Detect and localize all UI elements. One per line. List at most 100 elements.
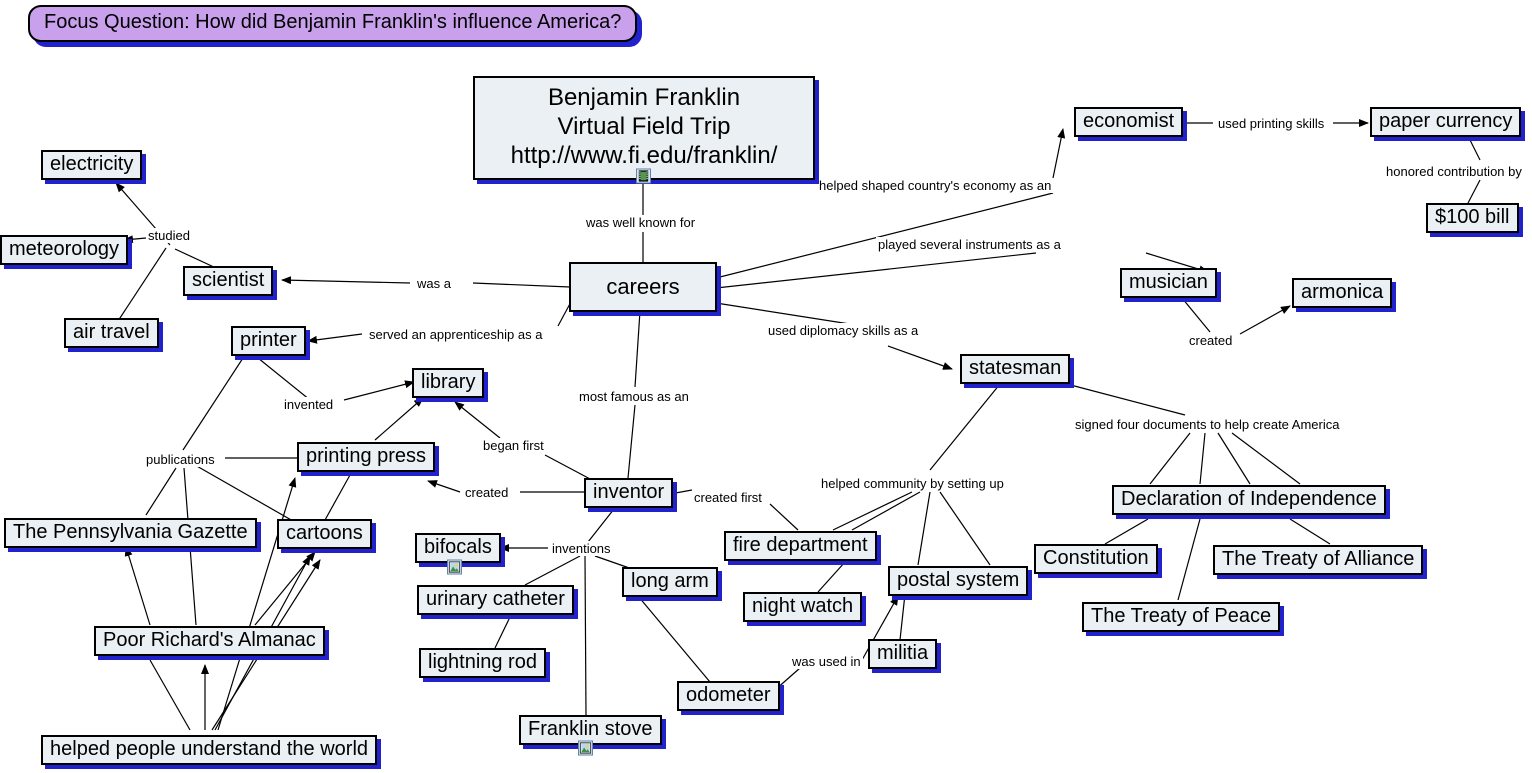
node-label: musician	[1129, 271, 1208, 293]
node-treaty-of-alliance[interactable]: The Treaty of Alliance	[1213, 545, 1424, 575]
node-label: The Pennsylvania Gazette	[13, 521, 248, 543]
edge-careers-famous	[634, 310, 641, 388]
edge-label-publications: publications	[144, 452, 217, 467]
node-declaration-of-independence[interactable]: Declaration of Independence	[1112, 485, 1386, 515]
node-lightning-rod[interactable]: lightning rod	[419, 648, 546, 678]
node-label: cartoons	[286, 522, 363, 544]
edge-created-printingpress	[427, 480, 461, 493]
edge-inventor-began	[544, 454, 593, 481]
node-armonica[interactable]: armonica	[1292, 278, 1393, 308]
node-label: The Treaty of Peace	[1091, 605, 1272, 627]
edge-careers-instruments	[715, 252, 1037, 289]
node-scientist[interactable]: scientist	[183, 266, 274, 296]
node-air-travel[interactable]: air travel	[64, 318, 159, 348]
node-paper-currency[interactable]: paper currency	[1370, 107, 1522, 137]
edge-catheter-lightningrod	[494, 616, 511, 649]
edge-label-most-famous-as-an: most famous as an	[577, 389, 691, 404]
edge-label-was-a: was a	[415, 276, 453, 291]
edge-inventions-catheter	[524, 555, 581, 586]
node-fire-department[interactable]: fire department	[724, 531, 877, 561]
edge-longarm-odometer	[637, 595, 711, 683]
edge-firedept-nightwatch	[817, 561, 846, 593]
focus-question: Focus Question: How did Benjamin Frankli…	[28, 5, 638, 42]
node-poor-richards-almanac[interactable]: Poor Richard's Almanac	[94, 626, 325, 656]
node-label: helped people understand the world	[50, 738, 369, 760]
edge-inventions-stove	[584, 555, 587, 716]
edge-publications-cartoons	[194, 464, 301, 526]
node-label: library	[421, 371, 476, 393]
node-urinary-catheter[interactable]: urinary catheter	[417, 585, 574, 615]
edge-almanac-cartoons	[254, 551, 316, 626]
edge-musician-created	[1181, 297, 1211, 333]
node-label: inventor	[593, 481, 665, 503]
node-economist[interactable]: economist	[1074, 107, 1184, 137]
edge-papercurrency-honored	[1469, 139, 1481, 161]
node-label: paper currency	[1379, 110, 1513, 132]
edge-label-created-first: created first	[692, 490, 764, 505]
node-meteorology[interactable]: meteorology	[0, 235, 129, 265]
node-pennsylvania-gazette[interactable]: The Pennsylvania Gazette	[4, 518, 257, 548]
edge-inventor-inventions	[587, 508, 615, 543]
edge-printer-invented	[257, 357, 311, 401]
edge-economy-economist	[1052, 128, 1066, 179]
node-inventor[interactable]: inventor	[584, 478, 674, 508]
edge-printer-publications	[182, 357, 244, 451]
node-militia[interactable]: militia	[868, 639, 938, 669]
node-musician[interactable]: musician	[1120, 268, 1217, 298]
node-cartoons[interactable]: cartoons	[277, 519, 372, 549]
node-label: air travel	[73, 321, 150, 343]
node-statesman[interactable]: statesman	[960, 354, 1071, 384]
picture-icon[interactable]	[447, 559, 462, 575]
node-printing-press[interactable]: printing press	[297, 442, 436, 472]
edge-statesman-signed	[1062, 382, 1186, 416]
edge-label-helped-shaped-economy: helped shaped country's economy as an	[817, 178, 1054, 193]
node-careers[interactable]: careers	[569, 262, 717, 312]
node-label: postal system	[897, 569, 1020, 591]
edge-community-postal	[917, 491, 931, 566]
edge-label-inventions: inventions	[550, 541, 613, 556]
node-label: Constitution	[1043, 547, 1149, 569]
edge-community-nightwatch	[851, 491, 921, 531]
edge-diplomacy-statesman	[887, 345, 953, 370]
edge-almanac-gazette	[124, 546, 151, 626]
edge-label-honored-contribution-by: honored contribution by	[1384, 164, 1524, 179]
node-night-watch[interactable]: night watch	[743, 592, 863, 622]
edge-understand-printingpress	[217, 477, 297, 731]
edge-invented-library	[343, 380, 415, 401]
node-label: careers	[606, 273, 680, 299]
node-label: bifocals	[424, 536, 492, 558]
node-electricity[interactable]: electricity	[41, 150, 143, 180]
node-helped-people-understand-the-world[interactable]: helped people understand the world	[41, 735, 378, 765]
node-label: night watch	[752, 595, 854, 617]
node-label: lightning rod	[428, 651, 537, 673]
edge-label-played-several-instruments: played several instruments as a	[876, 237, 1063, 252]
node-label: odometer	[686, 684, 771, 706]
node-printer[interactable]: printer	[231, 326, 306, 356]
node-root[interactable]: Benjamin Franklin Virtual Field Trip htt…	[473, 76, 815, 181]
node-label: The Treaty of Alliance	[1222, 548, 1415, 570]
node-long-arm[interactable]: long arm	[622, 567, 718, 597]
edge-created-armonica	[1239, 305, 1291, 335]
edge-declaration-treatyalliance	[1289, 518, 1331, 545]
edge-printingpress-library	[374, 397, 424, 441]
node-postal-system[interactable]: postal system	[888, 566, 1029, 596]
picture-icon[interactable]	[578, 740, 593, 756]
node-label: $100 bill	[1435, 206, 1510, 228]
node-label: armonica	[1301, 281, 1384, 303]
node-library[interactable]: library	[412, 368, 485, 398]
edge-declaration-constitution	[1104, 518, 1149, 545]
node-100-bill[interactable]: $100 bill	[1426, 203, 1519, 233]
root-line-3: http://www.fi.edu/franklin/	[510, 141, 778, 169]
node-odometer[interactable]: odometer	[677, 681, 780, 711]
film-strip-icon[interactable]	[636, 168, 651, 184]
node-label: Poor Richard's Almanac	[103, 629, 316, 651]
edge-declaration-treatypeace	[1177, 518, 1201, 601]
node-treaty-of-peace[interactable]: The Treaty of Peace	[1082, 602, 1281, 632]
edge-honored-hundredbill	[1467, 179, 1481, 204]
edge-signed-declaration	[1149, 432, 1191, 485]
edge-careers-economy	[715, 192, 1054, 279]
edge-wasa-scientist	[281, 276, 411, 285]
edge-community-postal2	[939, 491, 991, 566]
node-label: Franklin stove	[528, 718, 653, 740]
node-constitution[interactable]: Constitution	[1034, 544, 1158, 574]
